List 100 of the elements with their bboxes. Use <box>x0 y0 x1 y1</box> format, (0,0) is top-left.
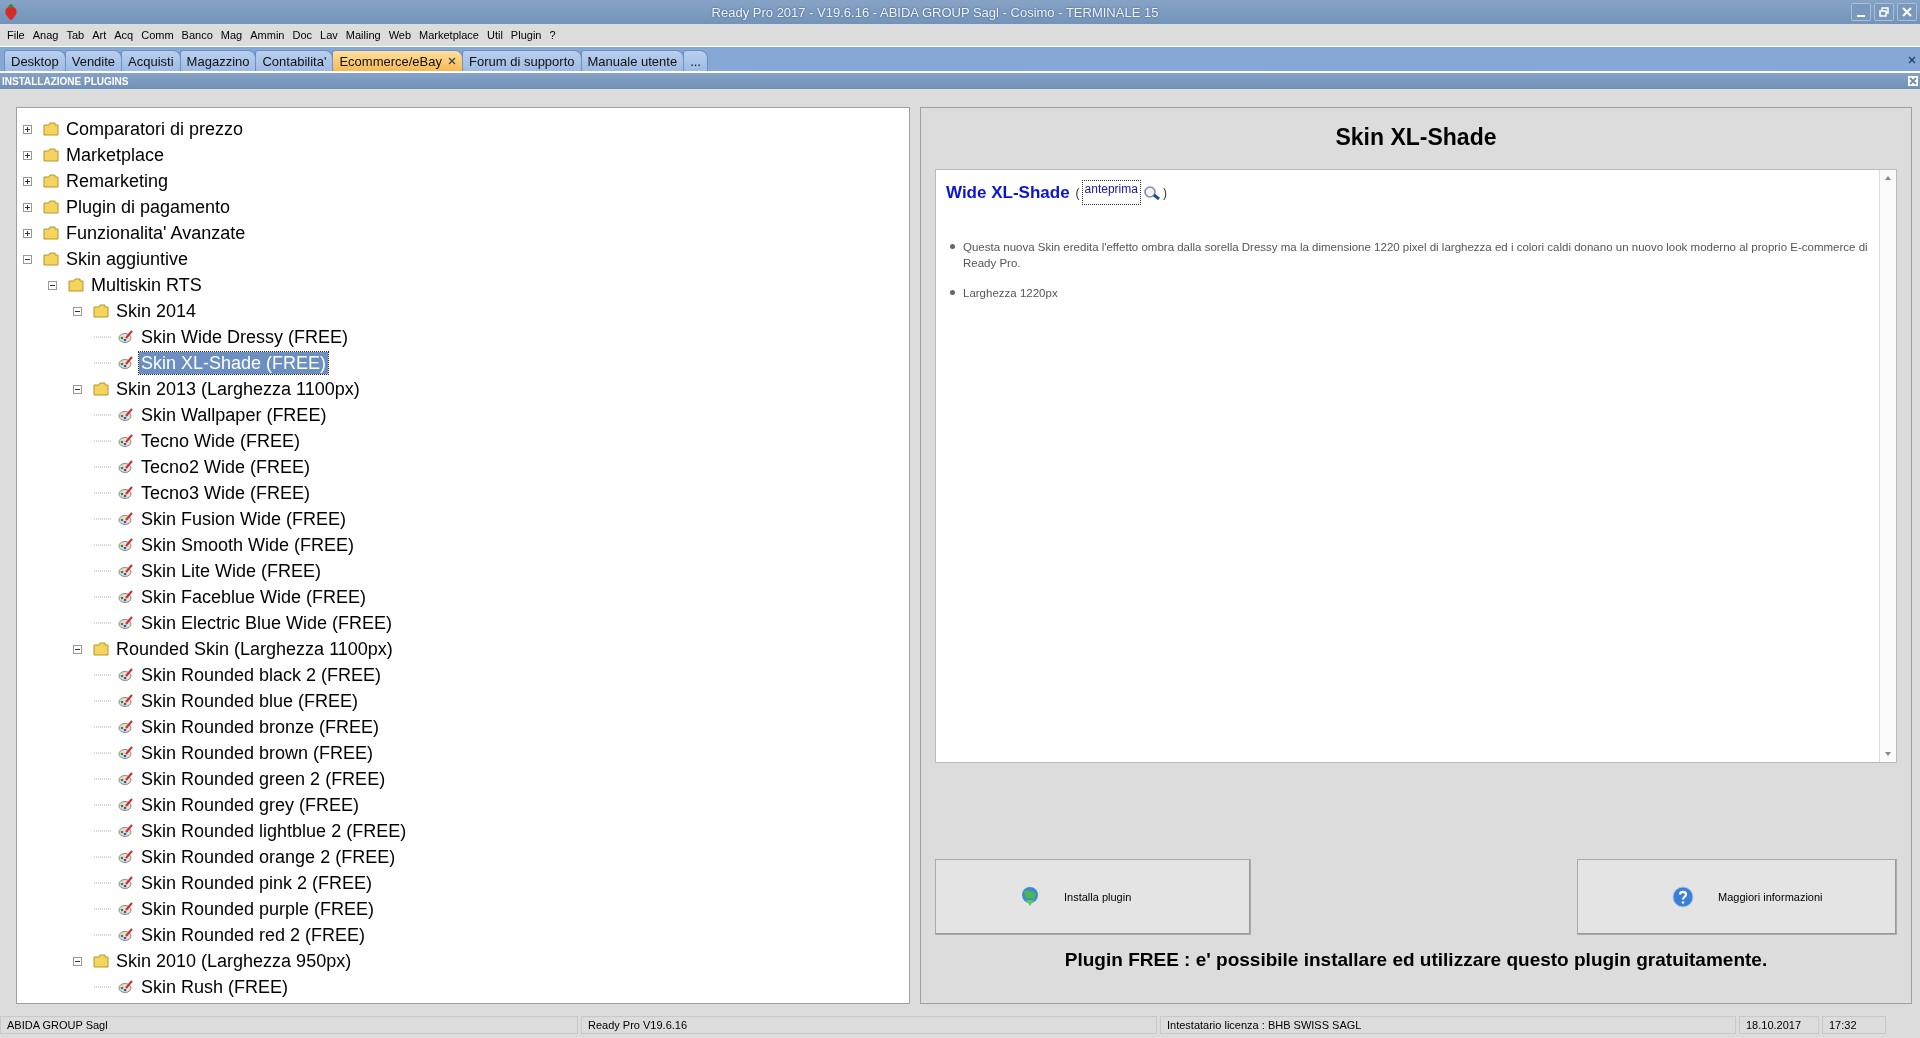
tree-item[interactable]: Skin Rounded orange 2 (FREE) <box>139 846 398 868</box>
menu-item[interactable]: ? <box>546 29 561 41</box>
tree-item[interactable]: Skin Rounded grey (FREE) <box>139 794 362 816</box>
menu-item[interactable]: Web <box>385 29 417 41</box>
tree-item[interactable]: Tecno Wide (FREE) <box>139 430 303 452</box>
tree-item[interactable]: Skin Rounded purple (FREE) <box>139 898 377 920</box>
tree-item[interactable]: Skin Faceblue Wide (FREE) <box>139 586 369 608</box>
minimize-button[interactable] <box>1851 3 1871 21</box>
folder-icon <box>93 304 109 318</box>
scroll-down-icon[interactable] <box>1884 751 1892 757</box>
tree-connector-line <box>94 674 112 676</box>
tree-item[interactable]: Skin Rounded pink 2 (FREE) <box>139 872 375 894</box>
plugin-name-link[interactable]: Wide XL-Shade <box>946 182 1070 203</box>
palette-icon <box>118 824 134 838</box>
tree-item[interactable]: Skin Wallpaper (FREE) <box>139 404 329 426</box>
menu-item[interactable]: Mailing <box>342 29 386 41</box>
tree-item[interactable]: Marketplace <box>64 144 167 166</box>
tree-item[interactable]: Skin Rounded black 2 (FREE) <box>139 664 384 686</box>
tab[interactable]: Ecommerce/eBay <box>332 50 463 71</box>
parenthesis: ( <box>1075 185 1080 200</box>
menu-item[interactable]: File <box>4 29 30 41</box>
palette-icon <box>118 486 134 500</box>
close-icon[interactable] <box>1908 56 1916 64</box>
tree-item[interactable]: Plugin di pagamento <box>64 196 233 218</box>
menu-item[interactable]: Util <box>483 29 508 41</box>
expander-icon[interactable] <box>48 280 57 290</box>
expander-icon[interactable] <box>73 644 82 654</box>
tree-item[interactable]: Multiskin RTS <box>89 274 204 296</box>
tree-connector-line <box>94 622 112 624</box>
menu-item[interactable]: Comm <box>138 29 179 41</box>
tree-connector-line <box>94 700 112 702</box>
palette-icon <box>118 590 134 604</box>
tree-item[interactable]: Skin 2014 <box>114 300 199 322</box>
info-button[interactable]: Maggiori informazioni <box>1577 859 1897 935</box>
tree-connector-line <box>94 440 112 442</box>
tab[interactable]: Acquisti <box>121 50 181 71</box>
preview-link[interactable]: anteprima <box>1081 180 1141 205</box>
tree-item[interactable]: Skin Rounded bronze (FREE) <box>139 716 382 738</box>
tree-item[interactable]: Skin Smooth Wide (FREE) <box>139 534 357 556</box>
menu-item[interactable]: Plugin <box>507 29 547 41</box>
folder-icon <box>43 226 59 240</box>
tree-item[interactable]: Tecno2 Wide (FREE) <box>139 456 313 478</box>
tree-item[interactable]: Skin 2010 (Larghezza 950px) <box>114 950 354 972</box>
tree-item[interactable]: Comparatori di prezzo <box>64 118 246 140</box>
tree-item[interactable]: Tecno3 Wide (FREE) <box>139 482 313 504</box>
expander-icon[interactable] <box>23 254 32 264</box>
expander-icon[interactable] <box>23 124 32 134</box>
expander-icon[interactable] <box>73 956 82 966</box>
menu-item[interactable]: Marketplace <box>416 29 484 41</box>
tab[interactable]: Desktop <box>4 50 66 71</box>
search-icon[interactable] <box>1142 184 1161 201</box>
tree-item[interactable]: Remarketing <box>64 170 171 192</box>
close-icon[interactable] <box>448 57 456 65</box>
tree-item[interactable]: Skin Wide Dressy (FREE) <box>139 326 351 348</box>
tab[interactable]: Contabilita' <box>255 50 334 71</box>
scroll-up-icon[interactable] <box>1884 175 1892 181</box>
tree-item[interactable]: Skin Rush (FREE) <box>139 976 291 998</box>
tree-item[interactable]: Funzionalita' Avanzate <box>64 222 248 244</box>
tree-connector-line <box>94 492 112 494</box>
parenthesis: ) <box>1162 185 1167 200</box>
tree-item[interactable]: Skin 2013 (Larghezza 1100px) <box>114 378 362 400</box>
menu-item[interactable]: Art <box>89 29 112 41</box>
expander-icon[interactable] <box>23 176 32 186</box>
tab[interactable]: Forum di supporto <box>462 50 582 71</box>
tab[interactable]: ... <box>683 50 708 71</box>
expander-icon[interactable] <box>73 384 82 394</box>
tab[interactable]: Magazzino <box>179 50 257 71</box>
tree-item[interactable]: Skin aggiuntive <box>64 248 191 270</box>
menu-item[interactable]: Tab <box>63 29 90 41</box>
menu-item[interactable]: Mag <box>217 29 248 41</box>
tree-item[interactable]: Skin Rounded brown (FREE) <box>139 742 376 764</box>
palette-icon <box>118 720 134 734</box>
expander-icon[interactable] <box>23 202 32 212</box>
tree-item[interactable]: Skin Rounded green 2 (FREE) <box>139 768 388 790</box>
bullet-icon <box>950 244 955 249</box>
menu-item[interactable]: Anag <box>29 29 64 41</box>
restore-button[interactable] <box>1874 3 1894 21</box>
menu-item[interactable]: Lav <box>317 29 343 41</box>
tree-item[interactable]: Rounded Skin (Larghezza 1100px) <box>114 638 395 660</box>
folder-icon <box>43 148 59 162</box>
expander-icon[interactable] <box>73 306 82 316</box>
status-field: 17:32 <box>1822 1016 1886 1034</box>
tree-item[interactable]: Skin Electric Blue Wide (FREE) <box>139 612 395 634</box>
tree-item[interactable]: Skin Rounded blue (FREE) <box>139 690 361 712</box>
menu-item[interactable]: Ammin <box>247 29 290 41</box>
tab[interactable]: Vendite <box>64 50 123 71</box>
tab[interactable]: Manuale utente <box>580 50 685 71</box>
menu-item[interactable]: Acq <box>111 29 139 41</box>
expander-icon[interactable] <box>23 150 32 160</box>
scrollbar[interactable] <box>1879 170 1896 762</box>
menu-item[interactable]: Doc <box>289 29 317 41</box>
tree-item[interactable]: Skin Fusion Wide (FREE) <box>139 508 349 530</box>
menu-item[interactable]: Banco <box>178 29 218 41</box>
tree-item[interactable]: Skin Lite Wide (FREE) <box>139 560 324 582</box>
close-button[interactable] <box>1897 3 1917 21</box>
expander-icon[interactable] <box>23 228 32 238</box>
tree-item[interactable]: Skin Rounded lightblue 2 (FREE) <box>139 820 409 842</box>
tree-item[interactable]: Skin Rounded red 2 (FREE) <box>139 924 368 946</box>
close-icon[interactable] <box>1908 76 1918 86</box>
install-button[interactable]: Installa plugin <box>935 859 1251 935</box>
